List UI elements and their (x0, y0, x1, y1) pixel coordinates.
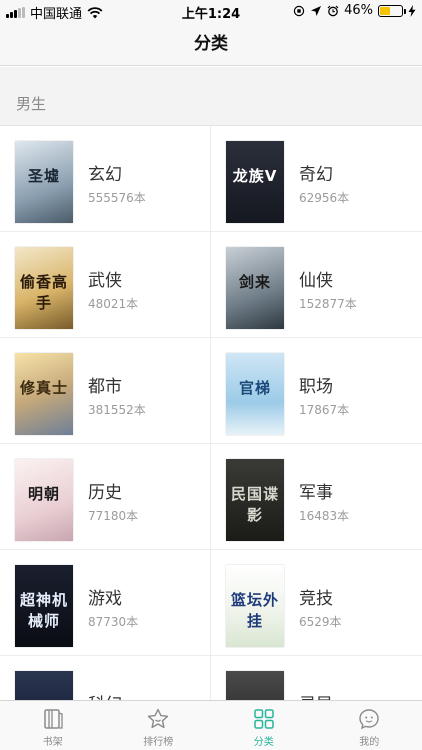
category-book-count: 17867本 (299, 403, 350, 417)
category-name: 武侠 (88, 271, 122, 291)
book-cover-image: 明朝 (15, 459, 73, 541)
book-cover-image: 龙族V (226, 141, 284, 223)
tab-profile[interactable]: 我的 (317, 701, 422, 750)
category-book-count: 6529本 (299, 615, 342, 629)
tab-label: 书架 (42, 737, 63, 748)
category-item[interactable]: 科幻 (0, 656, 211, 700)
book-cover-image: 民国谍影 (226, 459, 284, 541)
category-item[interactable]: 偷香高手 武侠 48021本 (0, 232, 211, 338)
category-book-count: 16483本 (299, 509, 350, 523)
category-book-count: 87730本 (88, 615, 139, 629)
status-right: 46% (293, 3, 416, 18)
category-book-count: 381552本 (88, 403, 146, 417)
page-title: 分类 (194, 34, 228, 54)
smiley-icon (359, 709, 379, 730)
charging-bolt-icon (408, 4, 416, 17)
category-name: 游戏 (88, 589, 122, 609)
location-arrow-icon (311, 5, 322, 16)
category-name: 历史 (88, 483, 122, 503)
grid-icon (254, 709, 274, 729)
battery-level-fill (380, 6, 390, 15)
book-cover-title: 偷香高手 (19, 273, 68, 312)
category-item[interactable]: 官梯 职场 17867本 (211, 338, 422, 444)
book-cover-image: 官梯 (226, 353, 284, 435)
category-book-count: 48021本 (88, 297, 139, 311)
book-cover-title: 圣墟 (27, 167, 60, 185)
star-icon (148, 708, 169, 729)
book-cover-image (15, 671, 73, 700)
category-book-count: 62956本 (299, 191, 350, 205)
orientation-lock-icon (293, 5, 305, 16)
tab-label: 我的 (359, 737, 380, 748)
tab-bar: 书架 排行榜 分类 我的 (0, 700, 422, 750)
category-name: 军事 (299, 483, 333, 503)
book-cover-title: 民国谍影 (230, 485, 279, 524)
category-book-count: 555576本 (88, 191, 146, 205)
book-cover-image: 修真士 (15, 353, 73, 435)
book-cover-image: 剑来 (226, 247, 284, 329)
tab-ranking[interactable]: 排行榜 (106, 701, 212, 750)
category-item[interactable]: 明朝 历史 77180本 (0, 444, 211, 550)
category-item[interactable]: 圣墟 玄幻 555576本 (0, 126, 211, 232)
tab-category[interactable]: 分类 (211, 701, 317, 750)
book-cover-image: 圣墟 (15, 141, 73, 223)
book-cover-title: 官梯 (238, 379, 271, 397)
category-name: 职场 (299, 377, 333, 397)
book-cover-title: 剑来 (238, 273, 271, 291)
tab-label: 分类 (253, 737, 274, 748)
category-item[interactable]: 超神机械师 游戏 87730本 (0, 550, 211, 656)
category-name: 仙侠 (299, 271, 333, 291)
alarm-clock-icon (327, 5, 339, 16)
category-item[interactable]: 龙族V 奇幻 62956本 (211, 126, 422, 232)
tab-label: 排行榜 (143, 737, 174, 748)
section-header: 男生 (0, 67, 422, 126)
status-bar: 中国联通 上午1:24 46% (0, 0, 422, 22)
category-item[interactable]: 剑来 仙侠 152877本 (211, 232, 422, 338)
category-name: 都市 (88, 377, 122, 397)
book-cover-title: 明朝 (27, 485, 60, 503)
book-cover-title: 超神机械师 (19, 591, 68, 630)
category-name: 奇幻 (299, 165, 333, 185)
category-item[interactable]: 修真士 都市 381552本 (0, 338, 211, 444)
book-cover-title: 龙族V (232, 167, 278, 185)
book-cover-title: 修真士 (19, 379, 68, 397)
category-name: 竞技 (299, 589, 333, 609)
category-book-count: 77180本 (88, 509, 139, 523)
category-name: 灵异 (299, 690, 333, 700)
category-book-count: 152877本 (299, 297, 357, 311)
category-item[interactable]: 灵异 (211, 656, 422, 700)
category-name: 科幻 (88, 690, 122, 700)
book-cover-image: 超神机械师 (15, 565, 73, 647)
category-name: 玄幻 (88, 165, 122, 185)
book-cover-image: 篮坛外挂 (226, 565, 284, 647)
navigation-bar: 分类 (0, 22, 422, 66)
tab-bookshelf[interactable]: 书架 (0, 701, 106, 750)
battery-percent: 46% (344, 3, 373, 18)
battery-icon (378, 4, 406, 17)
category-grid: 圣墟 玄幻 555576本 龙族V 奇幻 62956本偷香高手 武侠 48021本 剑来 仙侠 15… (0, 126, 422, 700)
book-cover-image (226, 671, 284, 700)
bookshelf-icon (44, 709, 63, 729)
book-cover-image: 偷香高手 (15, 247, 73, 329)
category-item[interactable]: 篮坛外挂 竞技 6529本 (211, 550, 422, 656)
section-title: 男生 (16, 95, 47, 113)
book-cover-title: 篮坛外挂 (230, 591, 279, 630)
category-item[interactable]: 民国谍影 军事 16483本 (211, 444, 422, 550)
